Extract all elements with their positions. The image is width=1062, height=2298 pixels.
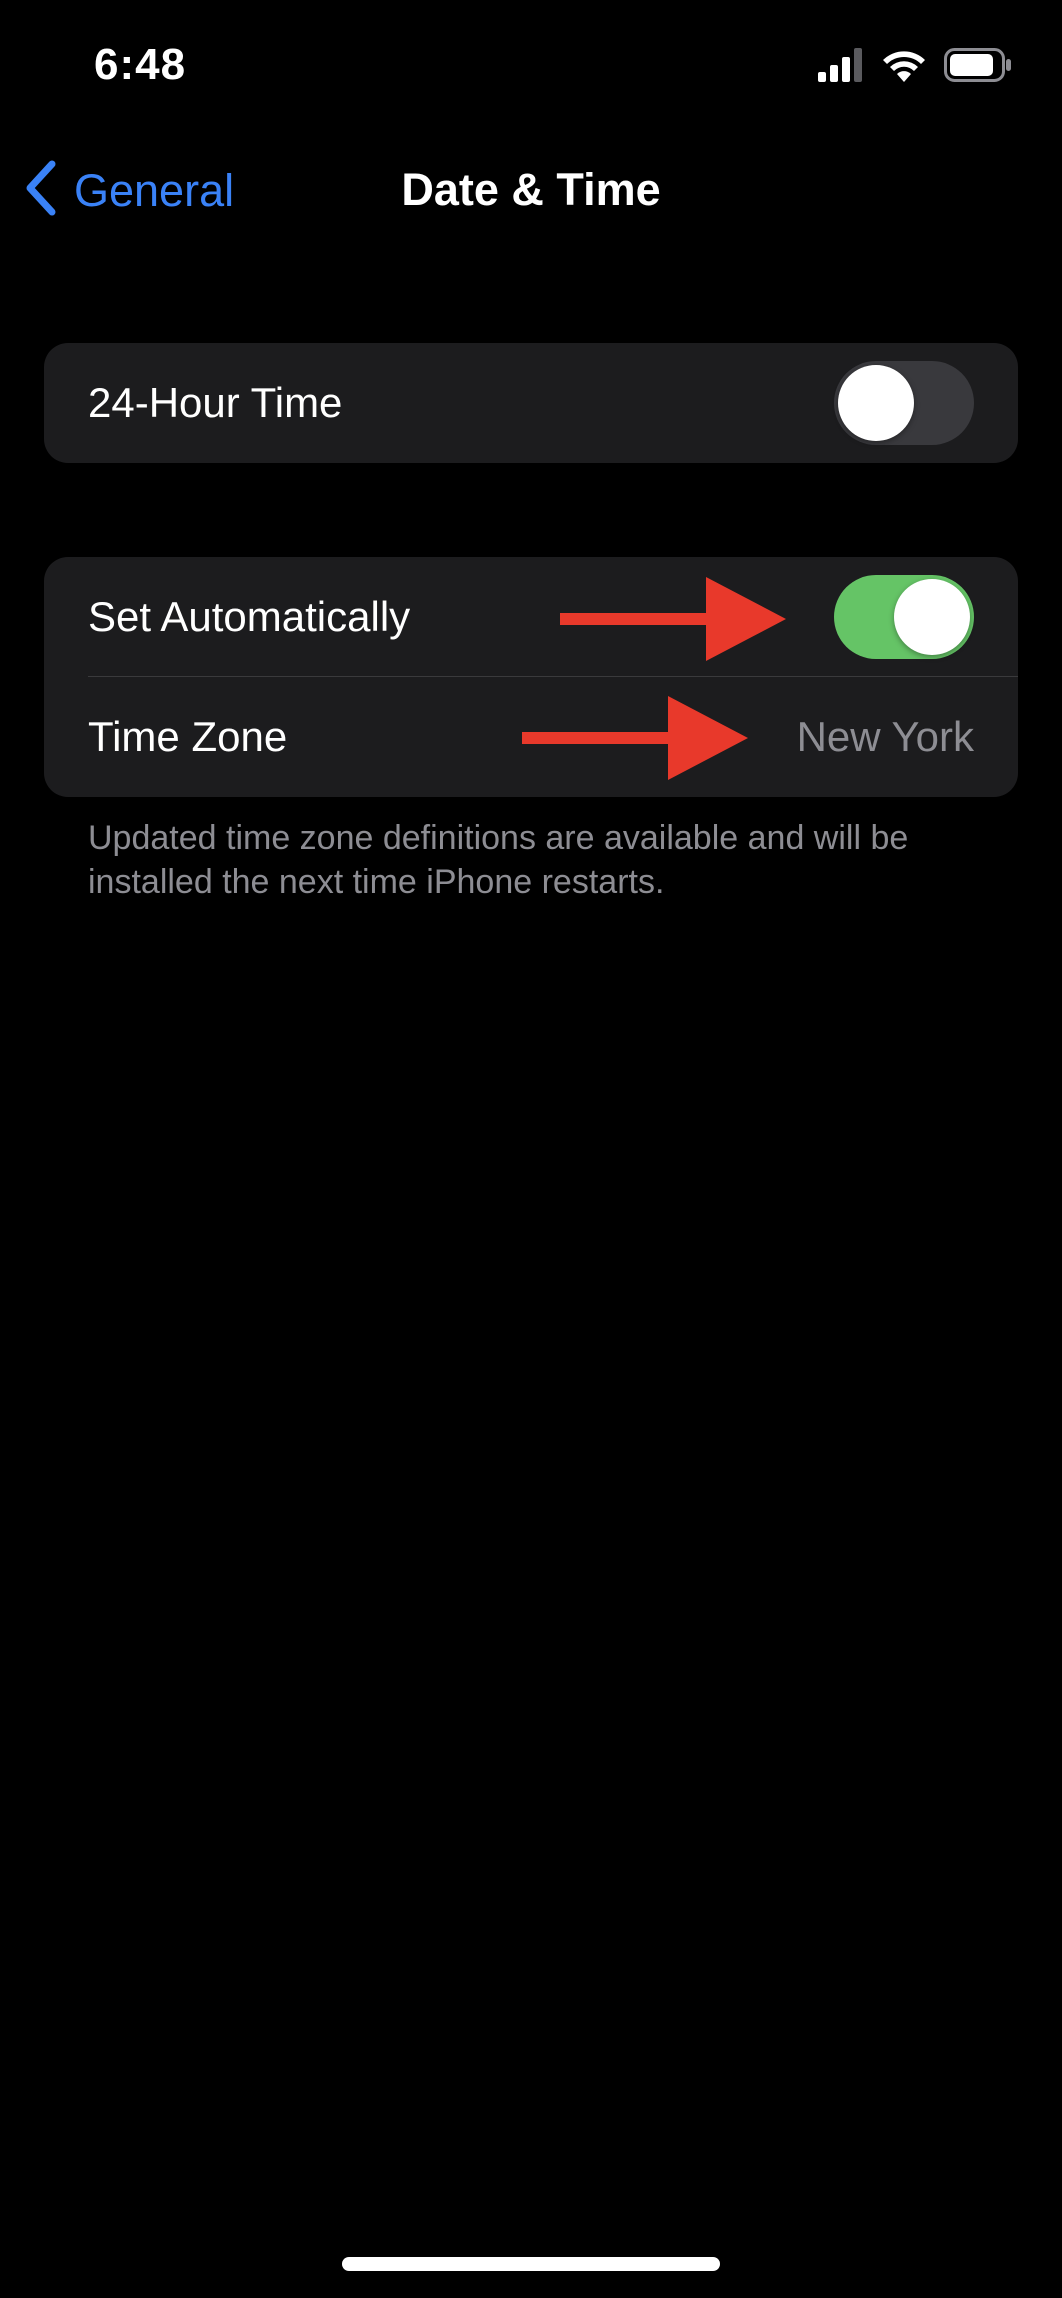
toggle-24-hour-time[interactable]: [834, 361, 974, 445]
status-time: 6:48: [94, 40, 187, 89]
navigation-bar: General Date & Time: [0, 140, 1062, 240]
row-set-automatically: Set Automatically: [44, 557, 1018, 677]
row-label-time-zone: Time Zone: [88, 713, 288, 760]
battery-icon: [944, 48, 1012, 82]
wifi-icon: [882, 48, 926, 82]
row-label-set-automatically: Set Automatically: [88, 593, 411, 640]
time-zone-value: New York: [796, 713, 974, 760]
toggle-knob: [838, 365, 914, 441]
annotation-arrow-icon: [522, 696, 752, 785]
annotation-arrow-icon: [560, 577, 790, 666]
cellular-signal-icon: [818, 48, 864, 82]
home-indicator[interactable]: [342, 2257, 720, 2271]
row-label-24-hour-time: 24-Hour Time: [88, 379, 343, 426]
status-bar: 6:48: [0, 0, 1062, 120]
page-title: Date & Time: [401, 164, 661, 215]
row-24-hour-time: 24-Hour Time: [44, 343, 1018, 463]
footer-note: Updated time zone definitions are availa…: [88, 819, 909, 901]
status-icons: [818, 48, 1012, 82]
toggle-set-automatically[interactable]: [834, 575, 974, 659]
toggle-knob: [894, 579, 970, 655]
settings-group-24-hour: 24-Hour Time: [44, 343, 1018, 463]
